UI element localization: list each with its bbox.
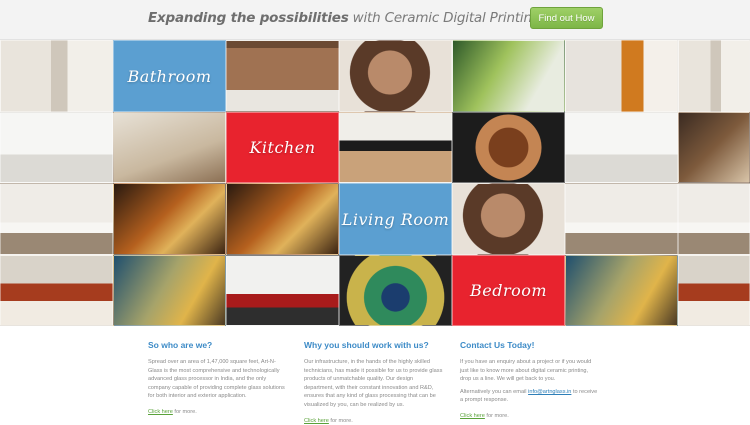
- living-room-label: Living Room: [341, 209, 450, 229]
- contact-column: Contact Us Today! If you have an enquiry…: [460, 340, 600, 419]
- contact-more-suffix: for more.: [484, 412, 509, 419]
- about-title: So who are we?: [148, 340, 213, 350]
- kitchen-category-tile[interactable]: Kitchen: [226, 112, 339, 183]
- tile-kitchen-photo-2: [678, 112, 750, 183]
- tile-living-photo-2: [678, 183, 750, 255]
- tile-abstract-print-photo: [113, 183, 226, 255]
- contact-text: If you have an enquiry about a project o…: [460, 359, 592, 383]
- tile-cooktop-photo: [339, 112, 452, 183]
- tile-bathroom-vanity-photo: [226, 40, 339, 112]
- why-us-more-suffix: for more.: [328, 417, 353, 424]
- why-us-text: Our infrastructure, in the hands of the …: [304, 359, 443, 408]
- tile-portrait-photo: [339, 40, 452, 112]
- tile-orange-print-photo: [565, 40, 678, 112]
- tile-living-window-photo: [565, 183, 678, 255]
- about-text: Spread over an area of 1,47,000 square f…: [148, 359, 285, 400]
- contact-more: Click here for more.: [460, 413, 600, 419]
- about-more-suffix: for more.: [172, 408, 197, 415]
- living-room-category-tile[interactable]: Living Room: [339, 183, 452, 255]
- room-mosaic: Bathroom Kitchen Living Room Bedroom: [0, 40, 750, 326]
- tile-face-print-photo: [452, 183, 565, 255]
- tile-stone-print-photo: [113, 112, 226, 183]
- contact-email-link[interactable]: info@artnglass.in: [528, 389, 571, 395]
- contact-click-here-link[interactable]: Click here: [460, 413, 485, 419]
- tile-bath-plant-photo: [452, 40, 565, 112]
- tagline: Expanding the possibilities with Ceramic…: [148, 10, 540, 26]
- bathroom-label: Bathroom: [127, 66, 212, 86]
- tile-living-sofa-photo: [0, 183, 113, 255]
- about-column: So who are we? Spread over an area of 1,…: [148, 340, 288, 415]
- about-click-here-link[interactable]: Click here: [148, 409, 173, 415]
- bathroom-category-tile[interactable]: Bathroom: [113, 40, 226, 112]
- contact-email-prefix: Alternatively you can email: [460, 388, 529, 395]
- tile-bathroom-photo: [0, 40, 113, 112]
- tile-seascape-print-photo: [113, 255, 226, 326]
- why-us-column: Why you should work with us? Our infrast…: [304, 340, 444, 424]
- contact-email-line: Alternatively you can email info@artngla…: [460, 388, 600, 405]
- tile-bedroom-photo-2: [678, 255, 750, 326]
- tile-coffee-print-photo: [452, 112, 565, 183]
- tile-bathroom-photo-2: [678, 40, 750, 112]
- why-us-title: Why you should work with us?: [304, 340, 429, 350]
- tile-buddha-print-photo: [226, 183, 339, 255]
- tile-white-kitchen-photo: [565, 112, 678, 183]
- tagline-bold: Expanding the possibilities: [148, 10, 349, 26]
- why-us-more: Click here for more.: [304, 418, 444, 424]
- kitchen-label: Kitchen: [249, 138, 316, 157]
- tagline-rest: with Ceramic Digital Printing: [348, 10, 541, 26]
- contact-title: Contact Us Today!: [460, 340, 535, 350]
- about-more: Click here for more.: [148, 409, 288, 415]
- why-us-click-here-link[interactable]: Click here: [304, 418, 329, 424]
- header-bar: Expanding the possibilities with Ceramic…: [0, 0, 750, 40]
- tile-bedroom-photo: [0, 255, 113, 326]
- bedroom-label: Bedroom: [469, 281, 548, 300]
- tile-red-bed-photo: [226, 255, 339, 326]
- tile-kitchen-photo: [0, 112, 113, 183]
- bedroom-category-tile[interactable]: Bedroom: [452, 255, 565, 326]
- tile-bedroom-print-photo: [565, 255, 678, 326]
- tile-feather-print-photo: [339, 255, 452, 326]
- find-out-how-button[interactable]: Find out How: [530, 7, 603, 29]
- info-section: So who are we? Spread over an area of 1,…: [0, 326, 750, 425]
